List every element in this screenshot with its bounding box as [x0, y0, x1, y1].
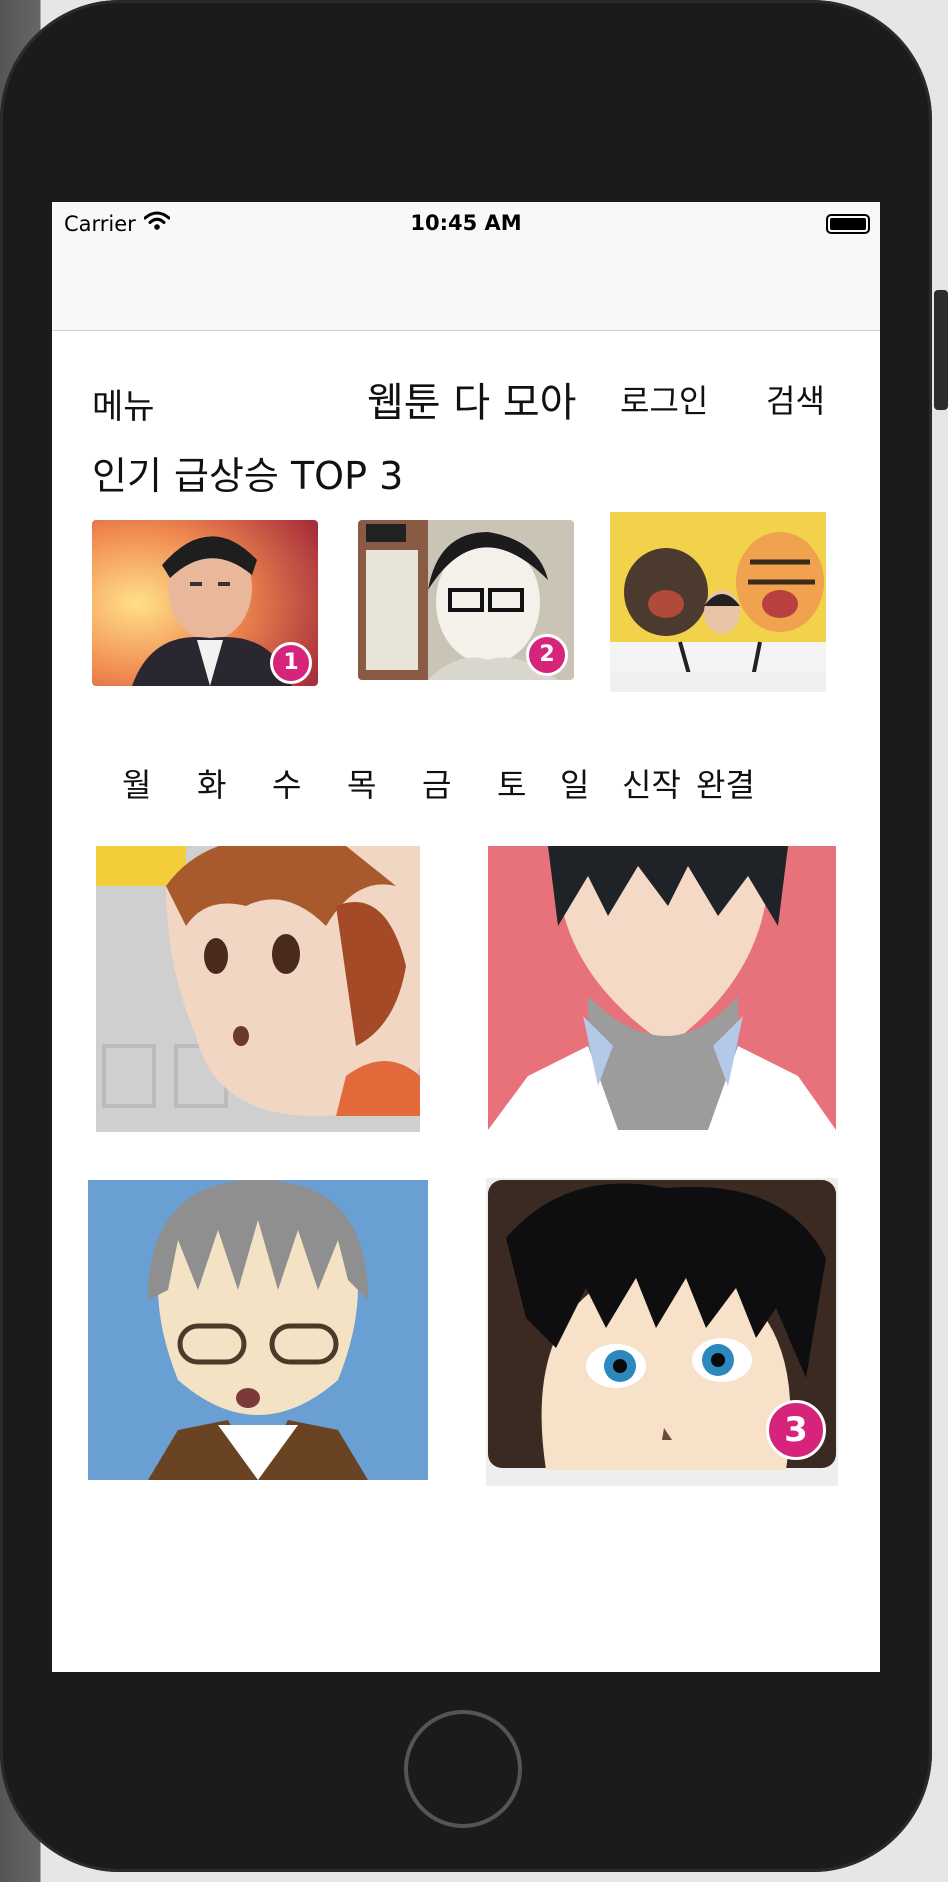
home-button[interactable]: [404, 1710, 522, 1828]
battery-icon: [826, 214, 870, 234]
tab-friday[interactable]: 금: [422, 760, 497, 806]
tab-completed[interactable]: 완결: [696, 760, 771, 806]
tab-sunday[interactable]: 일: [560, 760, 622, 806]
status-bar: Carrier 10:45 AM: [52, 202, 880, 246]
webtoon-thumbnail-icon: [488, 846, 836, 1130]
webtoon-thumbnail-icon: [88, 1180, 428, 1480]
tab-wednesday[interactable]: 수: [272, 760, 347, 806]
popular-item-1[interactable]: 1: [92, 520, 318, 686]
search-button[interactable]: 검색: [766, 376, 825, 422]
grid-item-3[interactable]: [88, 1180, 428, 1480]
status-time: 10:45 AM: [410, 211, 522, 235]
app-title: 웹툰 다 모아: [367, 380, 577, 426]
rank-badge: 1: [270, 642, 312, 684]
grid-item-2[interactable]: [488, 846, 836, 1130]
rank-badge: 3: [766, 1400, 826, 1460]
grid-item-4[interactable]: 3: [486, 1178, 838, 1486]
popular-item-2[interactable]: 2: [358, 520, 574, 680]
app-screen: Carrier 10:45 AM 메뉴 웹툰 다 모아 로그인 검색 인기 급상…: [52, 202, 880, 1672]
webtoon-thumbnail-icon: [610, 512, 826, 692]
tab-tuesday[interactable]: 화: [197, 760, 272, 806]
tab-new[interactable]: 신작: [622, 760, 696, 806]
tab-monday[interactable]: 월: [122, 760, 197, 806]
popular-section-title: 인기 급상승 TOP 3: [92, 454, 404, 498]
tab-thursday[interactable]: 목: [347, 760, 422, 806]
menu-button[interactable]: 메뉴: [92, 379, 155, 428]
grid-item-1[interactable]: [96, 846, 420, 1132]
webtoon-thumbnail-icon: [96, 846, 420, 1132]
day-tabs: 월 화 수 목 금 토 일 신작 완결: [122, 760, 771, 806]
rank-badge: 2: [526, 634, 568, 676]
login-button[interactable]: 로그인: [620, 376, 708, 422]
popular-item-3[interactable]: [610, 512, 826, 692]
navigation-bar: [52, 246, 880, 331]
tab-saturday[interactable]: 토: [497, 760, 560, 806]
side-button: [934, 290, 948, 410]
